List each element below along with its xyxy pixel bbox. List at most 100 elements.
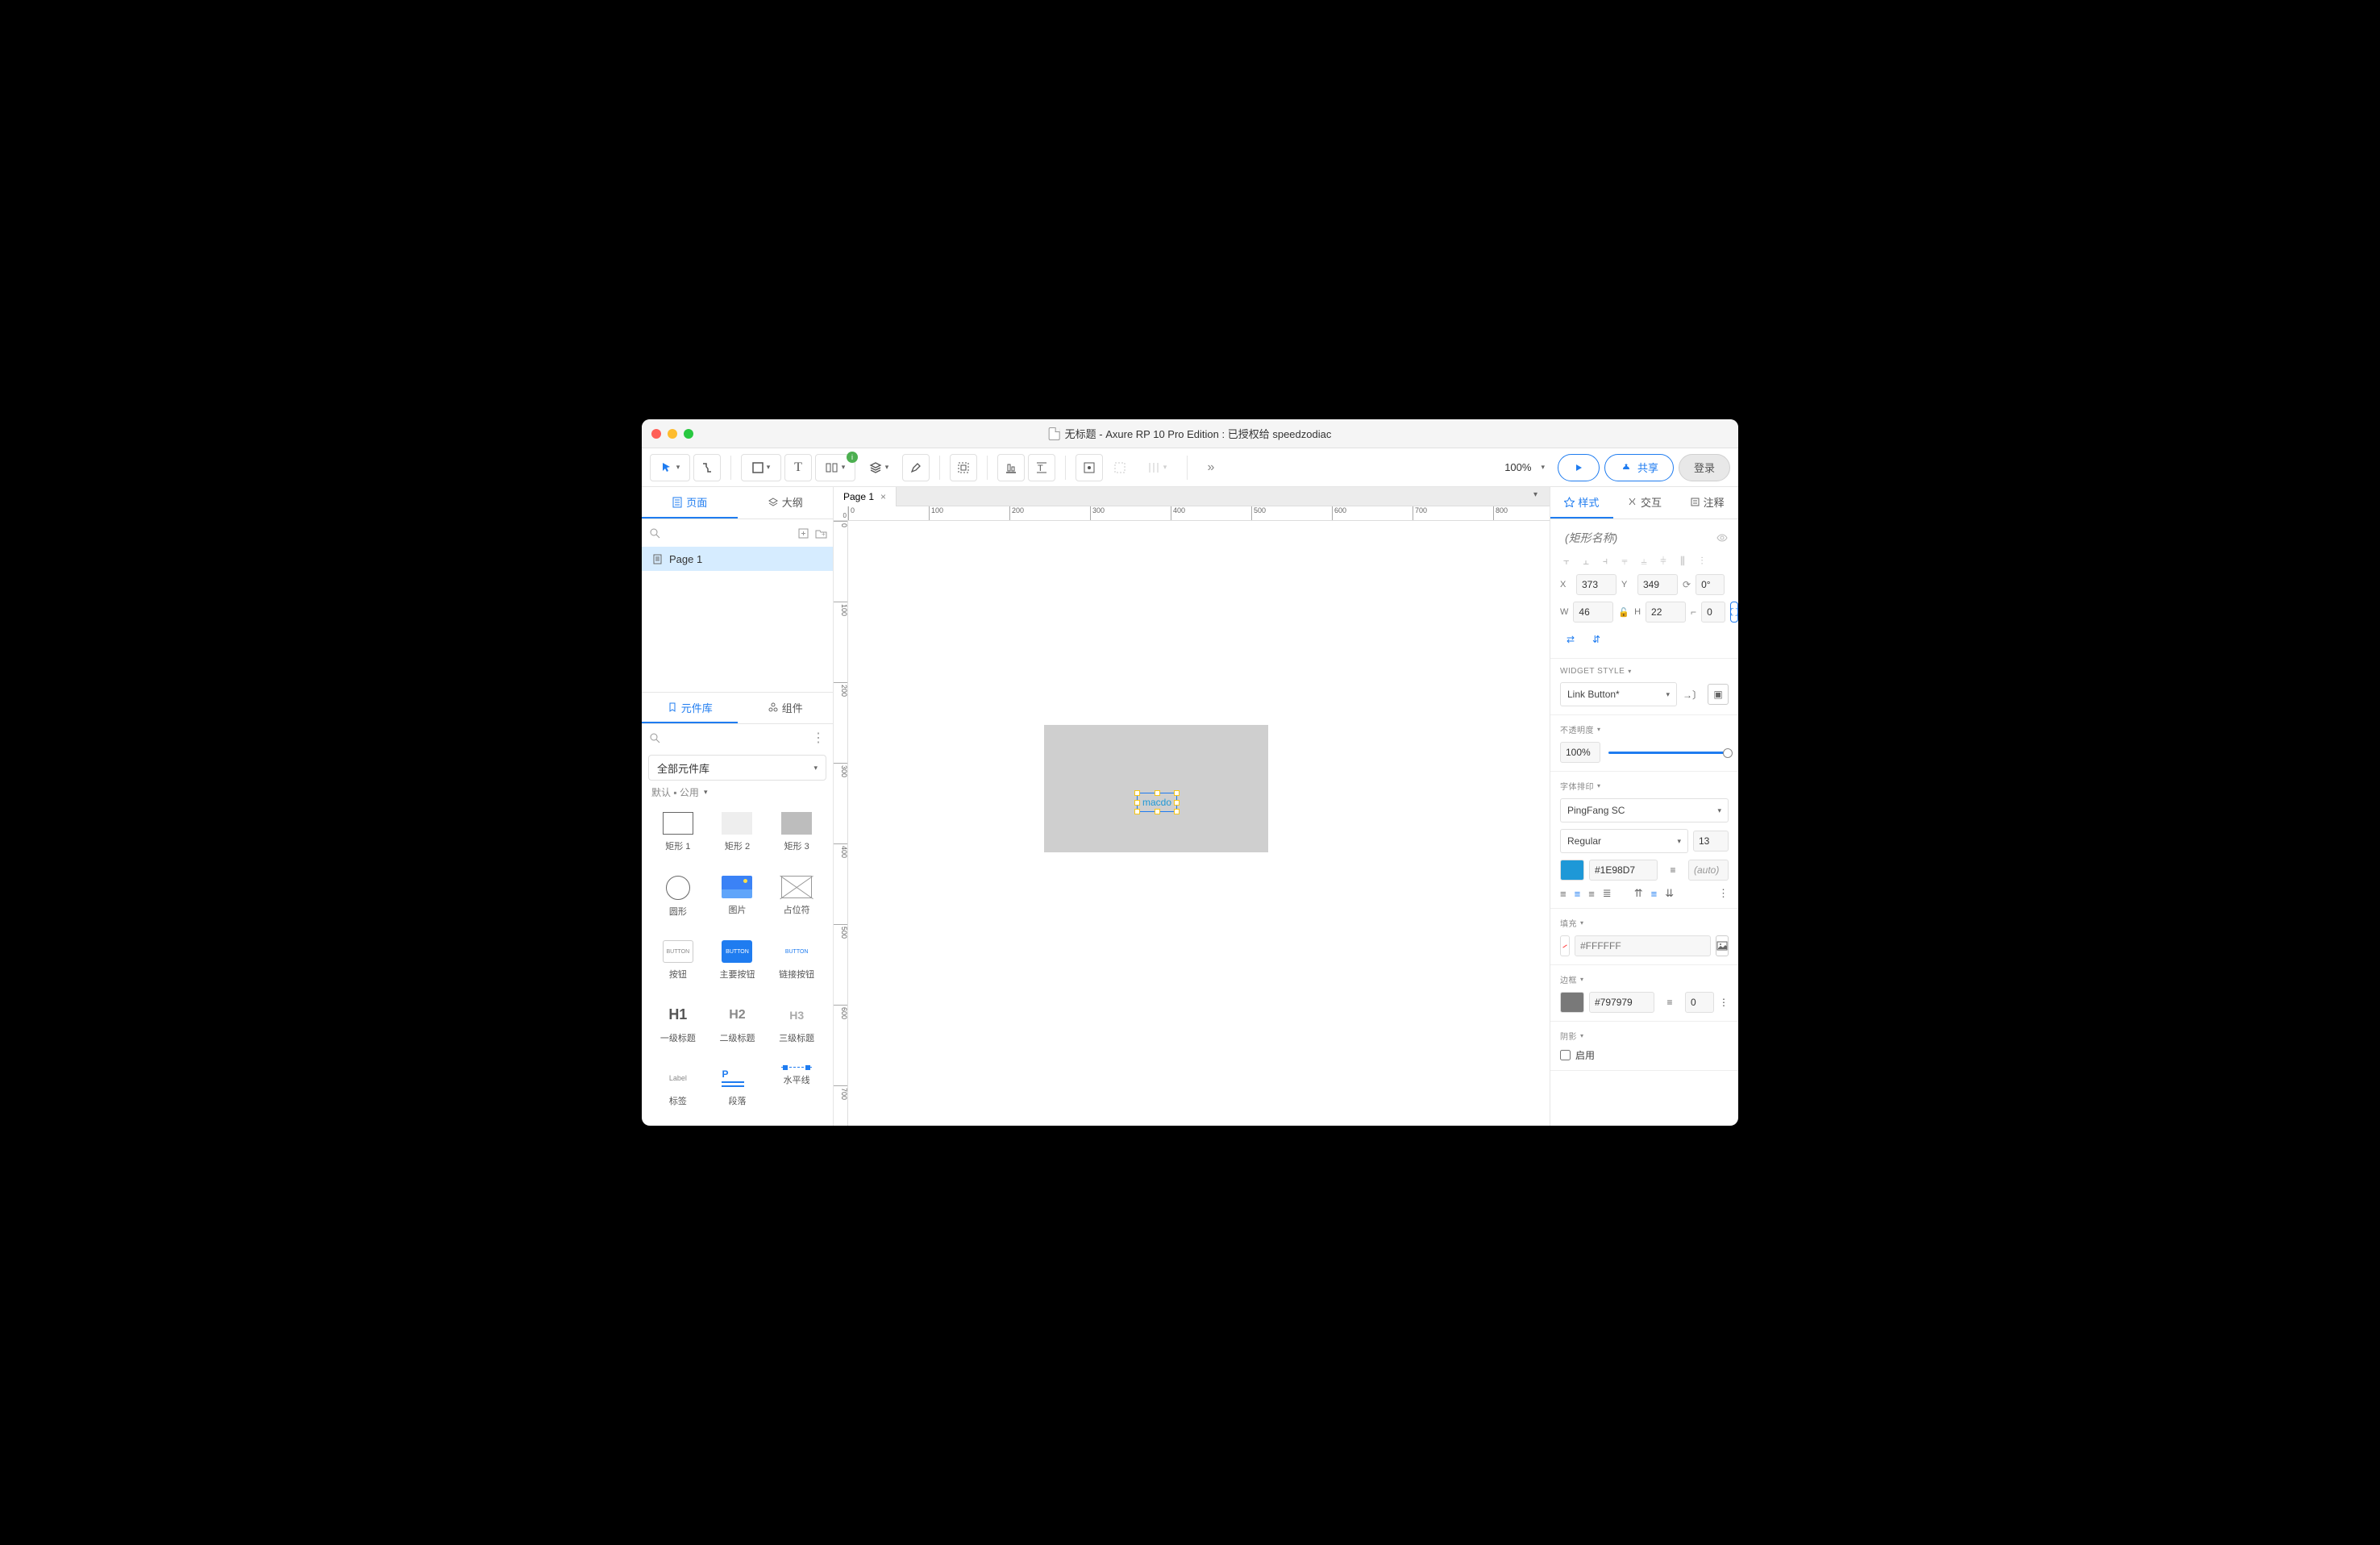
minimize-window[interactable] (668, 429, 677, 439)
search-icon[interactable] (650, 733, 660, 743)
resize-handle[interactable] (1174, 790, 1180, 796)
zoom-control[interactable]: 100% ▾ (1496, 461, 1553, 473)
widget-image[interactable]: 图片 (708, 871, 768, 933)
selection-bounds-tool[interactable] (1106, 454, 1134, 481)
align-bottom-tool[interactable] (997, 454, 1025, 481)
tab-interactions[interactable]: 交互 (1613, 487, 1676, 518)
pen-tool[interactable] (902, 454, 930, 481)
add-page-icon[interactable] (798, 528, 809, 539)
widget-h2[interactable]: H2二级标题 (708, 999, 768, 1060)
align-right-icon[interactable]: ⫞ (1599, 555, 1612, 568)
distribute-tool[interactable]: ▾ (1137, 454, 1177, 481)
canvas-rectangle[interactable] (1044, 725, 1268, 852)
library-search-input[interactable] (660, 732, 812, 743)
valign-middle-icon[interactable]: ≡ (1651, 888, 1658, 900)
font-family-select[interactable]: PingFang SC▾ (1560, 798, 1729, 822)
align-middle-v-icon[interactable]: ⫨ (1637, 555, 1650, 568)
close-tab-icon[interactable]: × (880, 491, 886, 502)
tab-components[interactable]: 组件 (738, 693, 834, 723)
page-item[interactable]: Page 1 (642, 547, 833, 571)
flip-h-icon[interactable]: ⇄ (1560, 629, 1581, 650)
select-tool[interactable]: ▾ (650, 454, 690, 481)
maximize-window[interactable] (684, 429, 693, 439)
fill-color-swatch[interactable] (1560, 935, 1570, 956)
valign-bottom-icon[interactable]: ⇊ (1665, 887, 1674, 900)
fill-image-icon[interactable] (1716, 935, 1729, 956)
font-weight-select[interactable]: Regular▾ (1560, 829, 1688, 853)
border-color-swatch[interactable] (1560, 992, 1584, 1013)
widget-label[interactable]: Label标签 (648, 1062, 708, 1122)
widget-circle[interactable]: 圆形 (648, 871, 708, 933)
widget-primary-button[interactable]: BUTTON主要按钮 (708, 935, 768, 996)
align-center-h-icon[interactable]: ⫠ (1579, 555, 1592, 568)
widget-rect1[interactable]: 矩形 1 (648, 807, 708, 868)
distribute-v-icon[interactable]: ⫶ (1696, 555, 1708, 568)
add-folder-icon[interactable]: + (815, 528, 827, 539)
ruler-origin[interactable]: 0 (834, 506, 848, 521)
flip-v-icon[interactable]: ⇵ (1586, 629, 1607, 650)
rotation-icon[interactable]: ⟳ (1683, 579, 1691, 590)
resize-handle[interactable] (1155, 809, 1160, 814)
text-align-center-icon[interactable]: ≡ (1575, 888, 1581, 900)
resize-handle[interactable] (1174, 800, 1180, 806)
y-input[interactable] (1637, 574, 1678, 595)
canvas[interactable]: macdo (848, 521, 1550, 1126)
widget-paragraph[interactable]: P段落 (708, 1062, 768, 1122)
text-align-right-icon[interactable]: ≡ (1588, 888, 1595, 900)
font-color-input[interactable] (1589, 860, 1658, 881)
border-hex-input[interactable] (1589, 992, 1654, 1013)
align-left-icon[interactable]: ⫟ (1560, 555, 1573, 568)
resize-handle[interactable] (1155, 790, 1160, 796)
border-style-icon[interactable]: ≡ (1659, 992, 1680, 1013)
widget-hr[interactable]: 水平线 (767, 1062, 826, 1122)
widget-rect3[interactable]: 矩形 3 (767, 807, 826, 868)
search-icon[interactable] (650, 528, 660, 539)
x-input[interactable] (1576, 574, 1616, 595)
library-filter[interactable]: 默认 ▪ 公用▾ (642, 781, 833, 804)
resize-handle[interactable] (1134, 790, 1140, 796)
line-height-icon[interactable]: ≡ (1662, 860, 1683, 881)
text-tool[interactable]: T (784, 454, 812, 481)
text-align-justify-icon[interactable]: ≣ (1603, 887, 1612, 900)
align-top-icon[interactable]: ⫧ (1618, 555, 1631, 568)
ruler-vertical[interactable]: 0 100 200 300 400 500 600 700 (834, 521, 848, 1126)
visibility-icon[interactable] (1716, 531, 1729, 544)
border-more-icon[interactable]: ⋮ (1719, 997, 1729, 1008)
pages-search-input[interactable] (667, 527, 792, 539)
align-bottom-icon[interactable]: ⫩ (1657, 555, 1670, 568)
insert-tool[interactable]: ▾ i (815, 454, 855, 481)
font-size-input[interactable] (1693, 831, 1729, 852)
h-input[interactable] (1646, 602, 1686, 623)
widget-style-select[interactable]: Link Button*▾ (1560, 682, 1677, 706)
login-button[interactable]: 登录 (1679, 454, 1730, 481)
tab-pages[interactable]: 页面 (642, 487, 738, 518)
expand-corners-icon[interactable]: ⛶ (1730, 602, 1738, 623)
text-align-left-icon[interactable]: ≡ (1560, 888, 1567, 900)
tabs-scroll-icon[interactable]: ▾ (1533, 490, 1546, 503)
style-apply-icon[interactable]: →〕 (1682, 684, 1703, 705)
tab-outline[interactable]: 大纲 (738, 487, 834, 518)
distribute-h-icon[interactable]: ⫼ (1676, 555, 1689, 568)
widget-button[interactable]: BUTTON按钮 (648, 935, 708, 996)
w-input[interactable] (1573, 602, 1613, 623)
lock-aspect-icon[interactable]: 🔓 (1618, 607, 1629, 618)
connector-tool[interactable] (693, 454, 721, 481)
resize-handle[interactable] (1174, 809, 1180, 814)
share-button[interactable]: 共享 (1604, 454, 1674, 481)
opacity-slider[interactable] (1608, 752, 1729, 754)
shadow-enable-checkbox[interactable] (1560, 1050, 1571, 1060)
widget-placeholder[interactable]: 占位符 (767, 871, 826, 933)
library-menu-icon[interactable]: ⋮ (812, 730, 825, 746)
preview-button[interactable] (1558, 454, 1600, 481)
canvas-selected-link-button[interactable]: macdo (1137, 793, 1177, 812)
radius-input[interactable] (1701, 602, 1725, 623)
close-window[interactable] (651, 429, 661, 439)
tab-style[interactable]: 样式 (1550, 487, 1613, 518)
library-selector[interactable]: 全部元件库 ▾ (648, 755, 826, 781)
ruler-horizontal[interactable]: 0 100 200 300 400 500 600 700 800 (848, 506, 1550, 521)
widget-h3[interactable]: H3三级标题 (767, 999, 826, 1060)
rotation-input[interactable] (1696, 574, 1725, 595)
opacity-input[interactable] (1560, 742, 1600, 763)
widget-h1[interactable]: H1一级标题 (648, 999, 708, 1060)
tab-notes[interactable]: 注释 (1675, 487, 1738, 518)
